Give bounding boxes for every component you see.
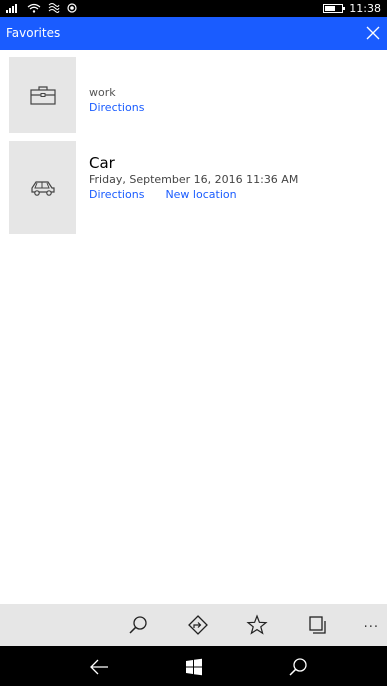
data-sense-icon	[48, 3, 60, 13]
favorite-name: Car	[89, 154, 115, 172]
favorite-item-work[interactable]: work Directions	[0, 57, 387, 133]
battery-icon	[323, 4, 345, 13]
favorite-text: Car Friday, September 16, 2016 11:36 AM …	[89, 154, 298, 201]
app-bar: ...	[0, 604, 387, 646]
favorites-header: Favorites	[0, 17, 387, 50]
new-location-link[interactable]: New location	[165, 188, 236, 201]
favorite-tile	[9, 57, 76, 133]
status-icons	[6, 2, 77, 13]
favorites-list: work Directions Car Friday, September 16…	[0, 50, 387, 604]
navigation-bar	[0, 646, 387, 686]
favorite-text: work Directions	[89, 86, 144, 114]
close-button[interactable]	[363, 23, 383, 43]
status-bar: 11:38	[0, 0, 387, 17]
favorite-name: work	[89, 86, 116, 99]
favorite-item-car[interactable]: Car Friday, September 16, 2016 11:36 AM …	[0, 141, 387, 234]
favorites-star-icon[interactable]	[246, 614, 268, 636]
layers-icon[interactable]	[306, 614, 328, 636]
directions-icon[interactable]	[187, 614, 209, 636]
car-icon	[30, 180, 55, 196]
battery-level	[325, 6, 335, 11]
signal-icon	[6, 4, 17, 13]
directions-link[interactable]: Directions	[89, 101, 144, 114]
favorite-links: Directions New location	[89, 188, 298, 201]
back-icon[interactable]	[88, 656, 110, 678]
favorite-date: Friday, September 16, 2016 11:36 AM	[89, 173, 299, 186]
favorite-tile	[9, 141, 76, 234]
search-icon[interactable]	[287, 656, 309, 678]
briefcase-icon	[29, 86, 56, 105]
clock: 11:38	[349, 2, 381, 15]
windows-start-icon[interactable]	[183, 656, 205, 678]
directions-link[interactable]: Directions	[89, 188, 144, 201]
location-icon	[67, 2, 77, 13]
more-options-button[interactable]: ...	[364, 616, 379, 631]
search-icon[interactable]	[127, 614, 149, 636]
wifi-icon	[27, 3, 41, 13]
favorite-links: Directions	[89, 101, 144, 114]
page-title: Favorites	[6, 26, 61, 40]
